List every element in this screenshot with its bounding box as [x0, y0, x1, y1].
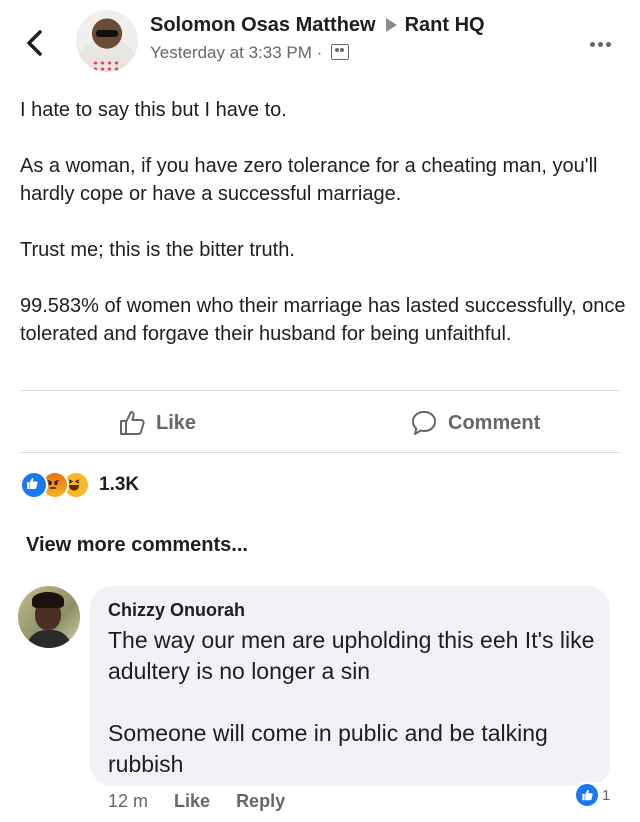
- post-paragraph: As a woman, if you have zero tolerance f…: [20, 155, 598, 205]
- post-paragraph: I hate to say this but I have to.: [20, 99, 287, 121]
- back-arrow-icon[interactable]: [22, 28, 48, 58]
- post-paragraph: 99.583% of women who their marriage has …: [20, 295, 626, 345]
- like-label: Like: [156, 411, 197, 434]
- divider: [20, 390, 620, 391]
- thumbs-up-icon: [120, 411, 145, 435]
- author-line: Solomon Osas Matthew Rant HQ: [150, 14, 485, 37]
- post-paragraph: Trust me; this is the bitter truth.: [20, 239, 295, 261]
- view-more-comments-link[interactable]: View more comments...: [26, 534, 248, 557]
- commenter-avatar[interactable]: [18, 586, 80, 648]
- divider: [20, 452, 620, 453]
- like-icon: [576, 784, 598, 806]
- more-options-icon[interactable]: [590, 34, 616, 47]
- comment-body: The way our men are upholding this eeh I…: [108, 625, 603, 811]
- author-name[interactable]: Solomon Osas Matthew: [150, 14, 376, 36]
- commenter-name[interactable]: Chizzy Onuorah: [108, 600, 245, 621]
- post-timestamp[interactable]: Yesterday at 3:33 PM: [150, 43, 312, 62]
- post-header: Solomon Osas Matthew Rant HQ Yesterday at…: [0, 0, 640, 84]
- post-page: Solomon Osas Matthew Rant HQ Yesterday at…: [0, 0, 640, 822]
- comment-reaction-count: 1: [602, 786, 611, 804]
- reactions-summary[interactable]: 1.3K: [20, 470, 139, 500]
- group-name[interactable]: Rant HQ: [405, 14, 485, 36]
- comment-like-button[interactable]: Like: [174, 791, 210, 812]
- like-icon: [20, 471, 48, 499]
- comment-reply-button[interactable]: Reply: [236, 791, 285, 812]
- comment-button[interactable]: Comment: [410, 405, 540, 441]
- comment-icon: [412, 411, 436, 435]
- reaction-count: 1.3K: [99, 474, 140, 495]
- comment-reaction-badge[interactable]: 1: [574, 782, 615, 808]
- post-body: I hate to say this but I have to. As a w…: [20, 96, 626, 376]
- comment-label: Comment: [448, 411, 541, 434]
- arrow-right-icon: [385, 18, 397, 33]
- meta-separator: ·: [316, 43, 323, 62]
- post-meta: Yesterday at 3:33 PM ·: [150, 43, 350, 63]
- author-avatar[interactable]: [76, 10, 138, 72]
- comment-paragraph: The way our men are upholding this eeh I…: [108, 627, 595, 684]
- comment-footer: 12 m Like Reply: [108, 791, 285, 812]
- group-audience-icon: [331, 44, 350, 60]
- like-button[interactable]: Like: [118, 405, 196, 441]
- comment-paragraph: Someone will come in public and be talki…: [108, 720, 548, 777]
- comment-time: 12 m: [108, 791, 149, 811]
